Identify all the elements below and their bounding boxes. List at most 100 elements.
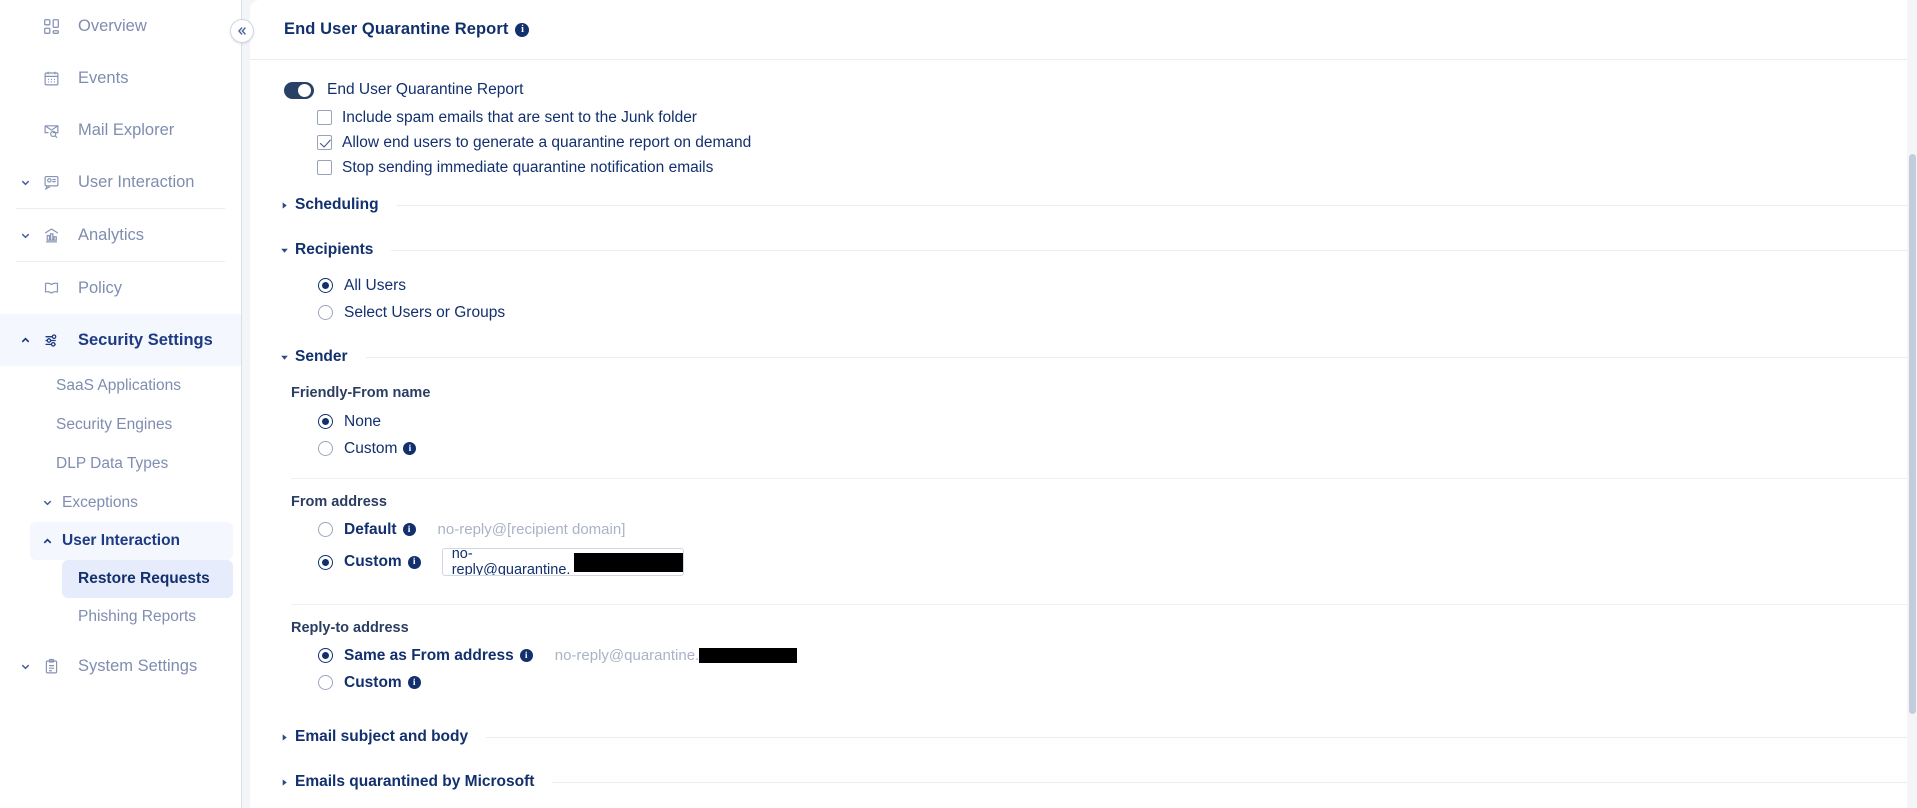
from-address-heading: From address	[291, 494, 387, 510]
reply-to-divider	[291, 604, 1917, 605]
checkbox-label: Include spam emails that are sent to the…	[342, 108, 697, 126]
sidebar-item-user-interaction[interactable]: User Interaction	[0, 156, 241, 208]
radio-row-reply-same-as-from: Same as From address i no-reply@quaranti…	[250, 642, 1917, 669]
sidebar-item-user-interaction-group[interactable]: User Interaction	[30, 522, 233, 560]
info-icon[interactable]: i	[402, 523, 416, 536]
sidebar-item-label: Overview	[78, 16, 147, 35]
sidebar-item-analytics[interactable]: Analytics	[0, 209, 241, 261]
sidebar-collapse-button[interactable]	[230, 19, 254, 43]
reply-to-same-as-from-radio[interactable]	[318, 648, 333, 663]
section-email-subject-and-body[interactable]: Email subject and body	[250, 725, 1917, 749]
radio-label: Select Users or Groups	[344, 303, 506, 321]
sidebar-item-security-engines[interactable]: Security Engines	[0, 405, 241, 444]
analytics-icon	[38, 227, 64, 244]
page-title: End User Quarantine Report	[284, 20, 509, 38]
checkbox-row-stop-immediate: Stop sending immediate quarantine notifi…	[250, 155, 1917, 180]
radio-label-text: Custom	[344, 439, 398, 457]
radio-row-friendly-from-none: None	[250, 408, 1917, 435]
radio-label: Same as From address i	[344, 647, 533, 665]
from-address-custom-radio[interactable]	[318, 554, 333, 570]
sidebar-item-policy[interactable]: Policy	[0, 262, 241, 314]
redaction-block	[574, 552, 683, 572]
sidebar: Overview Events Mail Explorer User Inter…	[0, 0, 241, 808]
reply-to-hint-text: no-reply@quarantine.	[554, 647, 700, 664]
checkbox-label: Allow end users to generate a quarantine…	[342, 133, 752, 151]
section-sender[interactable]: Sender	[250, 345, 1917, 369]
sender-divider	[291, 478, 1917, 479]
chevron-down-icon	[16, 661, 34, 672]
radio-label: Default i	[344, 521, 416, 539]
section-rule	[391, 249, 1917, 251]
from-address-custom-value: no-reply@quarantine.	[451, 548, 571, 576]
all-users-radio[interactable]	[318, 278, 333, 293]
friendly-from-custom-radio[interactable]	[318, 441, 333, 456]
panel-body: End User Quarantine Report Include spam …	[250, 60, 1917, 808]
radio-row-all-users: All Users	[250, 272, 1917, 299]
info-icon[interactable]: i	[515, 22, 530, 37]
sidebar-item-exceptions[interactable]: Exceptions	[0, 483, 241, 522]
end-user-quarantine-report-toggle-row: End User Quarantine Report	[250, 60, 1917, 99]
allow-on-demand-checkbox[interactable]	[317, 135, 332, 150]
checkbox-label: Stop sending immediate quarantine notifi…	[342, 158, 714, 176]
calendar-icon	[38, 70, 64, 87]
triangle-right-icon	[280, 778, 293, 787]
reply-to-custom-radio[interactable]	[318, 675, 333, 690]
radio-label-text: Same as From address	[344, 646, 514, 664]
sidebar-border	[241, 0, 242, 808]
section-title: Recipients	[295, 241, 374, 258]
sidebar-item-security-settings[interactable]: Security Settings	[0, 314, 241, 366]
section-rule	[396, 204, 1917, 206]
sidebar-item-system-settings[interactable]: System Settings	[0, 640, 241, 692]
sidebar-subitem-label: Phishing Reports	[78, 608, 197, 625]
section-emails-quarantined-by-microsoft[interactable]: Emails quarantined by Microsoft	[250, 770, 1917, 794]
sidebar-item-mail-explorer[interactable]: Mail Explorer	[0, 104, 241, 156]
include-spam-checkbox[interactable]	[317, 110, 332, 125]
chevron-up-icon	[38, 536, 56, 547]
sidebar-item-label: Mail Explorer	[78, 120, 175, 139]
triangle-down-icon	[280, 246, 293, 255]
radio-label-text: Default	[344, 520, 397, 538]
section-rule	[365, 356, 1917, 358]
sidebar-item-restore-requests[interactable]: Restore Requests	[62, 560, 233, 598]
reply-to-hint: no-reply@quarantine.	[554, 647, 798, 664]
info-icon[interactable]: i	[407, 555, 421, 569]
info-icon[interactable]: i	[519, 649, 533, 662]
mail-search-icon	[38, 122, 64, 139]
scrollbar-thumb[interactable]	[1909, 154, 1916, 714]
radio-label-text: Custom	[344, 553, 402, 570]
sidebar-item-phishing-reports[interactable]: Phishing Reports	[62, 598, 233, 636]
sidebar-item-label: Events	[78, 68, 129, 87]
info-icon[interactable]: i	[407, 676, 421, 689]
sidebar-item-saas-applications[interactable]: SaaS Applications	[0, 366, 241, 405]
chevron-down-icon	[38, 497, 56, 508]
radio-label-text: Custom	[344, 673, 402, 691]
sidebar-item-label: User Interaction	[78, 172, 195, 191]
stop-immediate-checkbox[interactable]	[317, 160, 332, 175]
radio-row-reply-custom: Custom i	[250, 669, 1917, 696]
info-icon[interactable]: i	[403, 442, 417, 455]
end-user-quarantine-report-toggle[interactable]	[284, 81, 314, 99]
from-address-default-radio[interactable]	[318, 522, 333, 537]
sidebar-subitem-label: User Interaction	[62, 532, 181, 549]
reply-to-address-heading: Reply-to address	[291, 620, 409, 636]
sidebar-item-dlp-data-types[interactable]: DLP Data Types	[0, 444, 241, 483]
from-address-custom-input[interactable]: no-reply@quarantine.	[441, 548, 684, 576]
section-title: Sender	[295, 348, 348, 365]
friendly-from-none-radio[interactable]	[318, 414, 333, 429]
chevron-up-icon	[16, 335, 34, 346]
section-recipients[interactable]: Recipients	[250, 238, 1917, 262]
from-address-default-hint: no-reply@[recipient domain]	[437, 521, 626, 538]
checkbox-row-allow-on-demand: Allow end users to generate a quarantine…	[250, 130, 1917, 155]
toggle-label: End User Quarantine Report	[327, 81, 524, 98]
sidebar-item-label: Analytics	[78, 225, 145, 244]
sidebar-subitem-label: SaaS Applications	[56, 376, 181, 394]
section-scheduling[interactable]: Scheduling	[250, 193, 1917, 217]
sidebar-item-events[interactable]: Events	[0, 52, 241, 104]
sidebar-subitem-label: Security Engines	[56, 415, 173, 433]
sidebar-item-overview[interactable]: Overview	[0, 0, 241, 52]
chevron-down-icon	[16, 230, 34, 241]
radio-row-friendly-from-custom: Custom i	[250, 435, 1917, 462]
select-users-or-groups-radio[interactable]	[318, 305, 333, 320]
sidebar-item-label: Security Settings	[78, 330, 213, 349]
toggle-knob	[298, 83, 311, 97]
